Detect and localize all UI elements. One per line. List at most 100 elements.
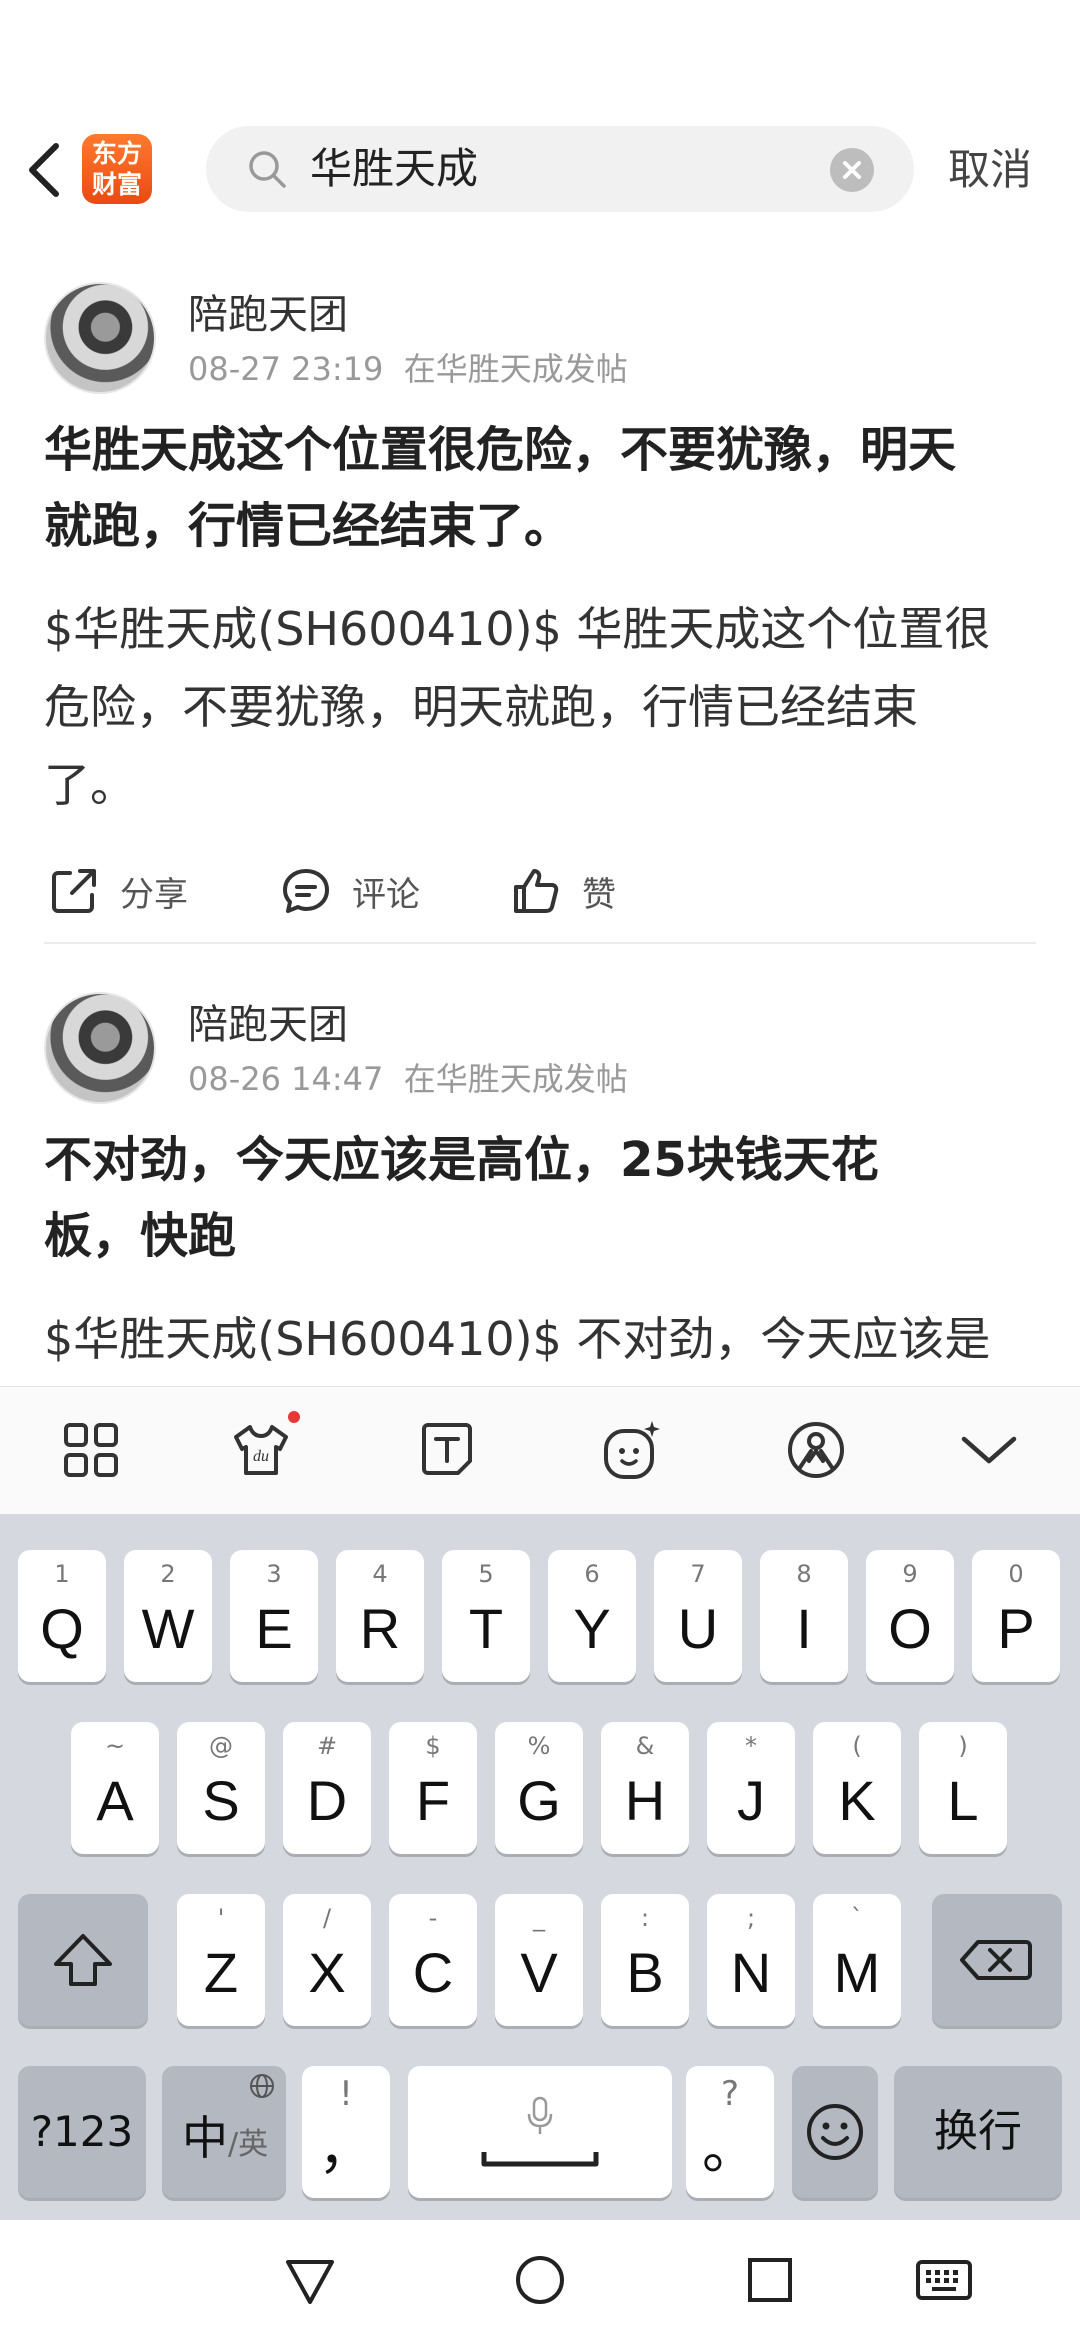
skin-button[interactable]: du <box>228 1411 300 1483</box>
post-actions: 分享 评论 赞 <box>0 856 1080 926</box>
key-p[interactable]: 0P <box>972 1550 1060 1682</box>
key-a[interactable]: ~ A <box>71 1722 159 1854</box>
post-card[interactable]: 陪跑天团 08-27 23:19 在华胜天成发帖 华胜天成这个位置很危险，不要犹… <box>0 270 1080 950</box>
key-hint: _ <box>533 1904 545 1932</box>
keyboard-nav-button[interactable] <box>914 2250 974 2310</box>
key-d[interactable]: # D <box>283 1722 371 1854</box>
collapse-keyboard-button[interactable] <box>956 1417 1022 1483</box>
key-hint: : <box>640 1904 650 1932</box>
key-hint: & <box>635 1732 655 1760</box>
key-x[interactable]: / X <box>283 1894 371 2026</box>
key-hint: ` <box>851 1904 863 1932</box>
triangle-back-icon <box>286 2260 334 2304</box>
share-icon <box>52 869 96 913</box>
globe-icon <box>250 2074 274 2098</box>
key-label: Q <box>40 1597 84 1660</box>
post-body[interactable]: $华胜天成(SH600410)$ 不对劲，今天应该是 <box>44 1300 1044 1378</box>
key-v[interactable]: _ V <box>495 1894 583 2026</box>
key-label: T <box>468 1597 504 1660</box>
emoji-key[interactable] <box>792 2066 878 2198</box>
home-nav-button[interactable] <box>510 2250 570 2310</box>
key-label: F <box>415 1769 451 1832</box>
key-label: J <box>737 1769 765 1832</box>
post-time: 08-27 23:19 <box>188 350 384 388</box>
key-label: O <box>888 1597 932 1660</box>
search-icon <box>249 151 286 188</box>
key-t[interactable]: 5T <box>442 1550 530 1682</box>
language-switch-key[interactable]: 中/英 <box>162 2066 286 2198</box>
avatar[interactable] <box>44 992 156 1104</box>
avatar[interactable] <box>44 282 156 394</box>
post-author[interactable]: 陪跑天团 <box>188 992 348 1050</box>
period-key[interactable]: ? 。 <box>686 2066 774 2198</box>
key-k[interactable]: (K <box>813 1722 901 1854</box>
key-j[interactable]: * J <box>707 1722 795 1854</box>
key-w[interactable]: 2W <box>124 1550 212 1682</box>
key-label: Y <box>573 1597 611 1660</box>
key-hint: 1 <box>54 1560 70 1588</box>
key-label: A <box>96 1769 134 1832</box>
svg-text:du: du <box>253 1448 269 1465</box>
share-button[interactable]: 分享 <box>46 856 188 926</box>
key-s[interactable]: @ S <box>177 1722 265 1854</box>
post-author[interactable]: 陪跑天团 <box>188 282 348 340</box>
key-r[interactable]: 4R <box>336 1550 424 1682</box>
key-label: H <box>624 1769 666 1832</box>
key-z[interactable]: ' Z <box>177 1894 265 2026</box>
key-hint: # <box>316 1732 338 1760</box>
key-g[interactable]: % G <box>495 1722 583 1854</box>
assistant-button[interactable] <box>783 1417 849 1483</box>
key-u[interactable]: 7U <box>654 1550 742 1682</box>
key-hint: ; <box>746 1904 756 1932</box>
search-bar[interactable]: 华胜天成 <box>206 126 914 212</box>
grid-button[interactable] <box>58 1417 124 1483</box>
space-bar-icon <box>481 2152 599 2167</box>
key-n[interactable]: ; N <box>707 1894 795 2026</box>
post-title[interactable]: 不对劲，今天应该是高位，25块钱天花 板，快跑 <box>44 1122 1044 1274</box>
key-f[interactable]: $ F <box>389 1722 477 1854</box>
back-nav-button[interactable] <box>280 2250 340 2310</box>
post-card[interactable]: 陪跑天团 08-26 14:47 在华胜天成发帖 不对劲，今天应该是高位，25块… <box>0 980 1080 1386</box>
key-hint: / <box>322 1904 332 1932</box>
clear-icon[interactable] <box>830 148 874 192</box>
key-label: L <box>947 1769 979 1832</box>
key-o[interactable]: 9O <box>866 1550 954 1682</box>
text-button[interactable] <box>414 1417 480 1483</box>
key-y[interactable]: 6Y <box>548 1550 636 1682</box>
key-c[interactable]: -C <box>389 1894 477 2026</box>
key-l[interactable]: ) L <box>919 1722 1007 1854</box>
circle-home-icon <box>516 2256 564 2304</box>
symbols-key[interactable]: ?123 <box>18 2066 146 2198</box>
key-hint: 3 <box>266 1560 282 1588</box>
key-label: W <box>141 1597 195 1660</box>
key-h[interactable]: & H <box>601 1722 689 1854</box>
key-hint: $ <box>425 1732 441 1760</box>
key-hint: @ <box>209 1732 233 1760</box>
post-title[interactable]: 华胜天成这个位置很危险，不要犹豫，明天 就跑，行情已经结束了。 <box>44 412 1044 564</box>
shift-key[interactable] <box>18 1894 148 2026</box>
comma-key[interactable]: ! ， <box>302 2066 390 2198</box>
key-hint: * <box>745 1732 757 1760</box>
recents-nav-button[interactable] <box>740 2250 800 2310</box>
key-b[interactable]: :B <box>601 1894 689 2026</box>
search-input[interactable]: 华胜天成 <box>310 126 478 212</box>
space-key[interactable] <box>408 2066 672 2198</box>
comment-icon <box>283 869 329 913</box>
like-button[interactable]: 赞 <box>508 856 616 926</box>
enter-key[interactable]: 换行 <box>894 2066 1062 2198</box>
cancel-button[interactable]: 取消 <box>948 120 1032 220</box>
key-m[interactable]: ` M <box>813 1894 901 2026</box>
backspace-key[interactable] <box>932 1894 1062 2026</box>
post-body[interactable]: $华胜天成(SH600410)$ 华胜天成这个位置很 危险，不要犹豫，明天就跑，… <box>44 590 1044 824</box>
key-hint: 0 <box>1008 1560 1024 1588</box>
keyboard-icon <box>916 2260 972 2300</box>
comment-button[interactable]: 评论 <box>278 856 420 926</box>
key-label: M <box>833 1941 881 2004</box>
back-button[interactable] <box>20 138 70 202</box>
key-e[interactable]: 3E <box>230 1550 318 1682</box>
app-logo[interactable]: 东方 财富 <box>82 134 152 204</box>
key-q[interactable]: 1Q <box>18 1550 106 1682</box>
key-i[interactable]: 8I <box>760 1550 848 1682</box>
emoji-button[interactable] <box>598 1417 664 1483</box>
key-hint: ~ <box>104 1732 126 1760</box>
